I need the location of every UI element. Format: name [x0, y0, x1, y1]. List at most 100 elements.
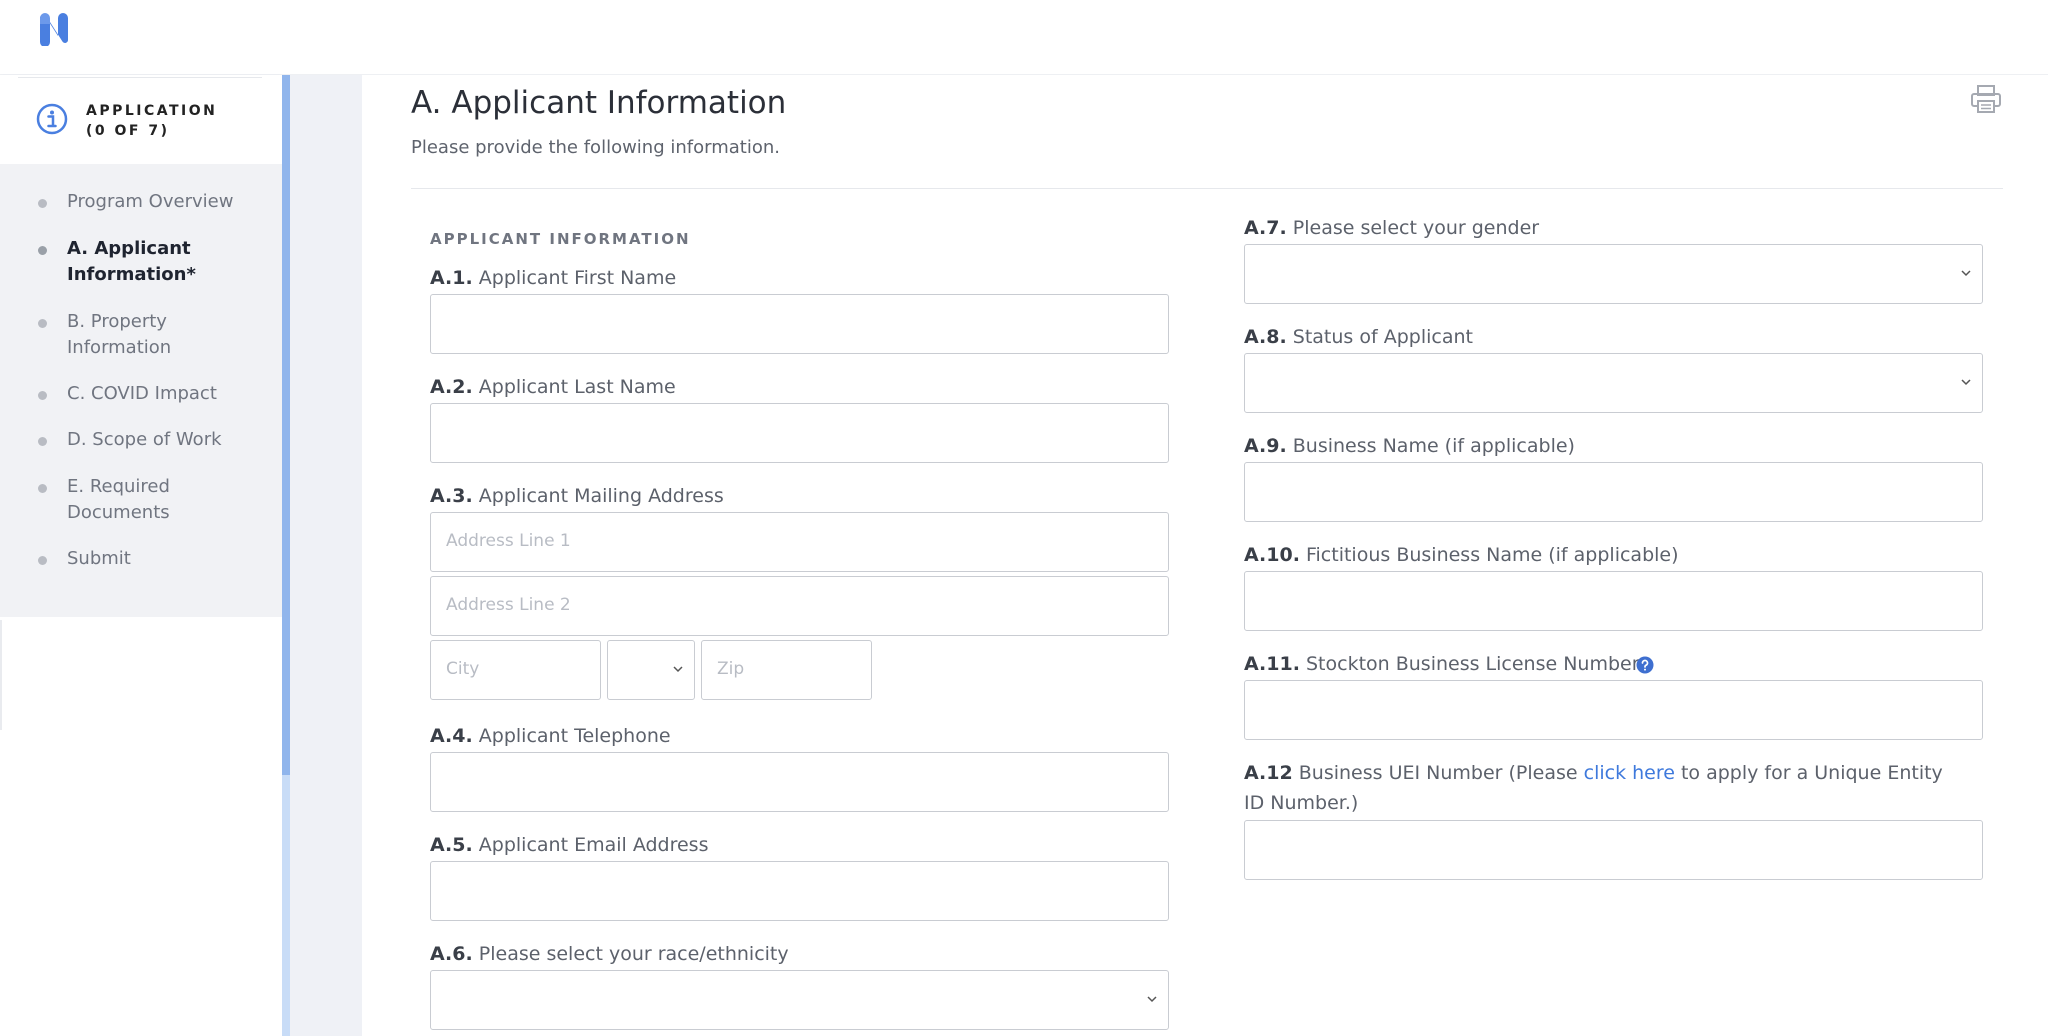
field-label-text: Business Name (if applicable)	[1292, 435, 1575, 457]
page-title: A. Applicant Information	[411, 85, 787, 121]
gender-select[interactable]	[1244, 244, 1983, 304]
field-label-email: A.5. Applicant Email Address	[430, 832, 708, 858]
field-label-first-name: A.1. Applicant First Name	[430, 265, 676, 291]
field-label-text: Status of Applicant	[1292, 326, 1473, 348]
sidebar: APPLICATION (0 OF 7) Program Overview A.…	[0, 75, 282, 1036]
input-placeholder: Zip	[717, 659, 745, 679]
page-subtitle: Please provide the following information…	[411, 137, 780, 158]
divider	[411, 188, 2003, 189]
nav-bullet	[38, 437, 47, 446]
scrollbar-thumb[interactable]	[282, 75, 290, 775]
uei-apply-link[interactable]: click here	[1584, 762, 1675, 784]
field-label-mailing-address: A.3. Applicant Mailing Address	[430, 483, 724, 509]
sidebar-item-label: Submit	[67, 548, 131, 569]
field-label-text: Applicant Email Address	[478, 834, 709, 856]
uei-number-input[interactable]	[1244, 820, 1983, 880]
field-label-business-license: A.11. Stockton Business License Number	[1244, 651, 1640, 677]
field-number: A.6.	[430, 943, 473, 965]
sidebar-item-label: Program Overview	[67, 191, 234, 212]
sidebar-item-covid-impact[interactable]: C. COVID Impact	[0, 381, 282, 411]
field-label-text: Applicant First Name	[478, 267, 677, 289]
field-number: A.5.	[430, 834, 473, 856]
question-circle-icon[interactable]	[1636, 656, 1654, 674]
sidebar-item-label: C. COVID Impact	[67, 383, 217, 404]
field-number: A.11.	[1244, 653, 1300, 675]
sidebar-item-required-documents[interactable]: E. Required Documents	[0, 474, 282, 530]
business-license-input[interactable]	[1244, 680, 1983, 740]
city-input[interactable]: City	[430, 640, 601, 700]
divider	[18, 77, 262, 78]
application-progress-title: APPLICATION (0 OF 7)	[86, 101, 217, 141]
divider	[0, 620, 2, 730]
main-content: A. Applicant Information Please provide …	[362, 75, 2048, 1036]
label-line2: Information	[67, 337, 172, 358]
race-ethnicity-select[interactable]	[430, 970, 1169, 1030]
field-label-gender: A.7. Please select your gender	[1244, 215, 1539, 241]
field-label-telephone: A.4. Applicant Telephone	[430, 723, 671, 749]
sidebar-header: APPLICATION (0 OF 7)	[0, 75, 282, 164]
label-line2: Documents	[67, 502, 170, 523]
nav-bullet	[38, 246, 47, 255]
printer-icon[interactable]	[1969, 83, 2003, 115]
nav-bullet	[38, 319, 47, 328]
field-number: A.7.	[1244, 217, 1287, 239]
label-line1: A. Applicant	[67, 238, 191, 259]
sidebar-item-applicant-information[interactable]: A. Applicant Information*	[0, 236, 282, 292]
field-label-status: A.8. Status of Applicant	[1244, 324, 1473, 350]
field-number: A.3.	[430, 485, 473, 507]
field-number: A.1.	[430, 267, 473, 289]
zip-input[interactable]: Zip	[701, 640, 872, 700]
nav-bullet	[38, 484, 47, 493]
first-name-input[interactable]	[430, 294, 1169, 354]
sidebar-item-label: E. Required Documents	[67, 474, 267, 526]
progress-title-line1: APPLICATION	[86, 103, 218, 119]
field-label-race-ethnicity: A.6. Please select your race/ethnicity	[430, 941, 789, 967]
field-label-business-name: A.9. Business Name (if applicable)	[1244, 433, 1575, 459]
field-number: A.9.	[1244, 435, 1287, 457]
sidebar-item-scope-of-work[interactable]: D. Scope of Work	[0, 427, 282, 457]
address-line2-input[interactable]: Address Line 2	[430, 576, 1169, 636]
field-label-text: Fictitious Business Name (if applicable)	[1305, 544, 1679, 566]
sidebar-item-label: D. Scope of Work	[67, 429, 222, 450]
logo-icon[interactable]	[36, 12, 72, 46]
chevron-down-icon	[1961, 270, 1971, 277]
field-label-text: Applicant Mailing Address	[478, 485, 724, 507]
input-placeholder: Address Line 1	[446, 531, 571, 551]
field-number: A.10.	[1244, 544, 1300, 566]
sidebar-item-submit[interactable]: Submit	[0, 546, 282, 576]
input-placeholder: Address Line 2	[446, 595, 571, 615]
field-label-text: Please select your race/ethnicity	[478, 943, 789, 965]
content-gutter	[290, 75, 362, 1036]
field-label-text: Applicant Telephone	[478, 725, 671, 747]
field-label-fictitious-business-name: A.10. Fictitious Business Name (if appli…	[1244, 542, 1679, 568]
sidebar-item-property-information[interactable]: B. Property Information	[0, 309, 282, 365]
nav-bullet	[38, 556, 47, 565]
top-bar	[0, 0, 2048, 75]
field-number: A.12	[1244, 762, 1293, 784]
applicant-status-select[interactable]	[1244, 353, 1983, 413]
telephone-input[interactable]	[430, 752, 1169, 812]
label-line2: Information*	[67, 264, 196, 285]
field-number: A.4.	[430, 725, 473, 747]
field-label-last-name: A.2. Applicant Last Name	[430, 374, 676, 400]
field-label-text: Business UEI Number (Please	[1298, 762, 1578, 784]
sidebar-nav: Program Overview A. Applicant Informatio…	[0, 164, 282, 617]
fictitious-business-name-input[interactable]	[1244, 571, 1983, 631]
chevron-down-icon	[673, 666, 683, 673]
sidebar-item-label: B. Property Information	[67, 309, 267, 361]
address-line1-input[interactable]: Address Line 1	[430, 512, 1169, 572]
sidebar-item-program-overview[interactable]: Program Overview	[0, 189, 282, 219]
nav-bullet	[38, 199, 47, 208]
info-circle-icon	[36, 103, 68, 135]
last-name-input[interactable]	[430, 403, 1169, 463]
chevron-down-icon	[1961, 379, 1971, 386]
field-label-text: Please select your gender	[1292, 217, 1540, 239]
business-name-input[interactable]	[1244, 462, 1983, 522]
sidebar-scrollbar[interactable]	[282, 75, 290, 1036]
field-label-text: Stockton Business License Number	[1305, 653, 1640, 675]
state-select[interactable]	[607, 640, 695, 700]
section-heading: APPLICANT INFORMATION	[430, 230, 691, 248]
email-input[interactable]	[430, 861, 1169, 921]
input-placeholder: City	[446, 659, 480, 679]
progress-title-line2: (0 OF 7)	[86, 123, 170, 139]
